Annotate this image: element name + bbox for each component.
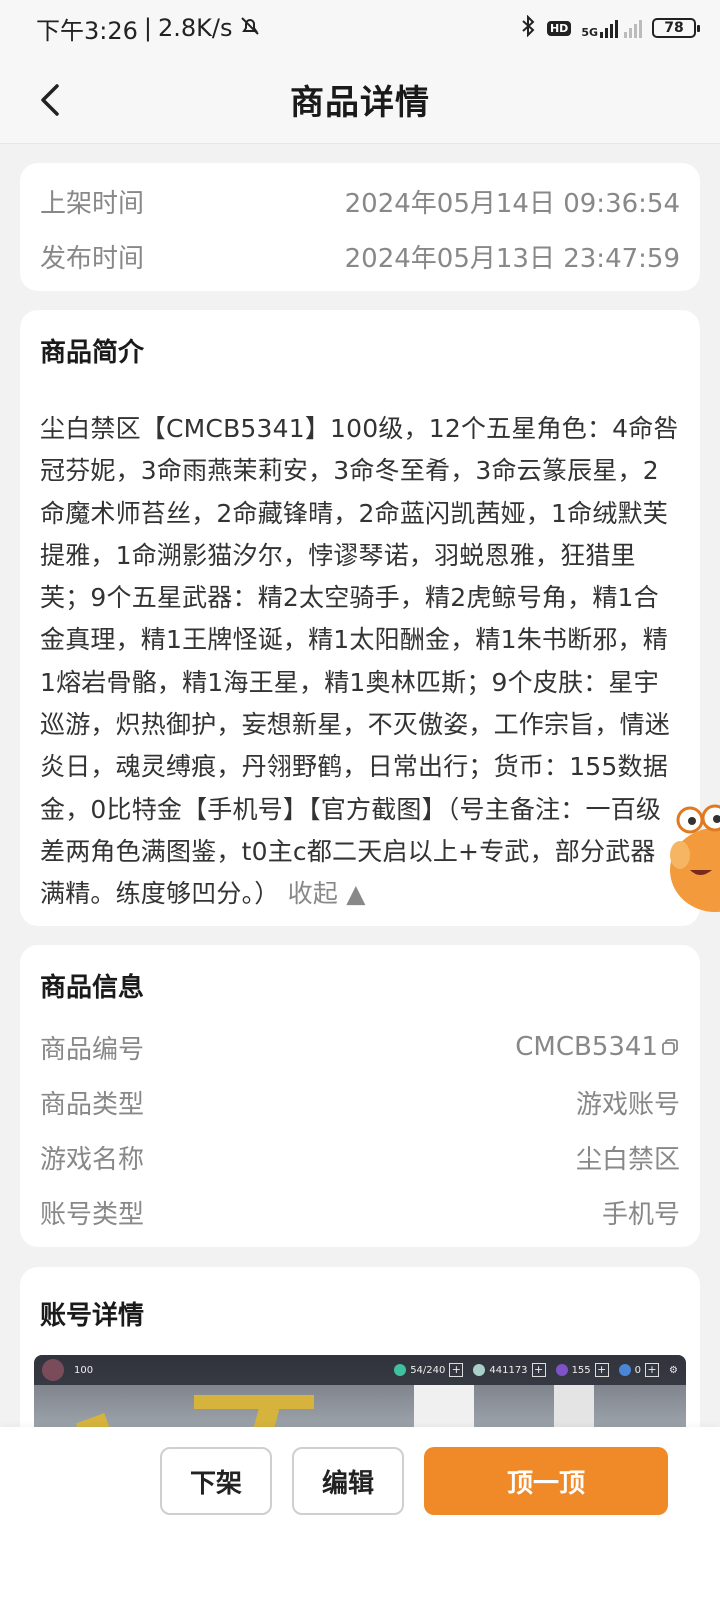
kv-value: 尘白禁区 — [575, 1144, 680, 1175]
page-title: 商品详情 — [290, 83, 430, 123]
collapse-link[interactable]: 收起 ▲ — [288, 879, 366, 908]
intro-text-block: 尘白禁区【CMCB5341】100级，12个五星角色：4命咎冠芬妮，3命雨燕茉莉… — [40, 408, 680, 916]
time-card: 上架时间 2024年05月14日 09:36:54 发布时间 2024年05月1… — [20, 163, 700, 291]
bluetooth-icon — [519, 14, 537, 42]
kv-key: 游戏名称 — [40, 1144, 145, 1175]
hud-settings-icon: ⚙ — [669, 1364, 678, 1376]
nav-bar: 商品详情 — [0, 56, 720, 144]
screenshot-hud: 100 54/240 + 441173 + 155 + 0 + ⚙ — [34, 1355, 686, 1385]
intro-card: 商品简介 尘白禁区【CMCB5341】100级，12个五星角色：4命咎冠芬妮，3… — [20, 310, 700, 926]
kv-value: 2024年05月14日 09:36:54 — [344, 188, 680, 219]
status-bar: 下午3:26 | 2.8K/s HD 5G 78 — [0, 0, 720, 56]
hud-stamina-value: 54/240 — [410, 1364, 446, 1376]
game-name-row: 游戏名称 尘白禁区 — [20, 1129, 700, 1185]
hd-icon: HD — [546, 20, 572, 36]
kv-key: 发布时间 — [40, 243, 145, 274]
network-type: 5G — [581, 26, 598, 39]
account-screenshot[interactable]: 100 54/240 + 441173 + 155 + 0 + ⚙ — [34, 1355, 686, 1427]
back-button[interactable] — [24, 74, 76, 126]
product-type-row: 商品类型 游戏账号 — [20, 1074, 700, 1130]
kv-key: 商品编号 — [40, 1034, 145, 1065]
product-id-row: 商品编号 CMCB5341 — [20, 1019, 700, 1075]
info-card: 商品信息 商品编号 CMCB5341 商品类型 游戏账号 游戏名称 尘白禁区 账… — [20, 945, 700, 1247]
hud-currency-a: 441173 + — [473, 1363, 546, 1377]
chevron-left-icon — [41, 84, 59, 116]
kv-value: 2024年05月13日 23:47:59 — [344, 243, 680, 274]
kv-key: 商品类型 — [40, 1089, 145, 1120]
crab-mascot-icon[interactable] — [660, 800, 720, 920]
battery-level: 78 — [664, 20, 684, 36]
list-on-shelf-time-row: 上架时间 2024年05月14日 09:36:54 — [20, 173, 700, 229]
hud-currency-b: 155 + — [555, 1363, 609, 1377]
status-net-speed: 2.8K/s — [158, 14, 233, 42]
bell-off-icon — [239, 15, 261, 42]
delist-button[interactable]: 下架 — [160, 1447, 272, 1515]
status-separator: | — [143, 14, 152, 42]
bump-button[interactable]: 顶一顶 — [424, 1447, 668, 1515]
bottom-action-bar: 下架 编辑 顶一顶 — [0, 1427, 720, 1600]
account-type-row: 账号类型 手机号 — [20, 1184, 700, 1240]
copy-icon[interactable] — [660, 1037, 680, 1057]
content-scroll[interactable]: 上架时间 2024年05月14日 09:36:54 发布时间 2024年05月1… — [0, 145, 720, 1427]
signal-icon: 5G — [581, 18, 642, 38]
hud-currency-a-value: 441173 — [489, 1364, 528, 1376]
kv-key: 上架时间 — [40, 188, 145, 219]
hud-level: 100 — [74, 1364, 94, 1376]
battery-icon: 78 — [652, 18, 700, 38]
hud-currency-c-value: 0 — [634, 1364, 642, 1376]
hud-stamina: 54/240 + — [394, 1363, 464, 1377]
kv-key: 账号类型 — [40, 1199, 145, 1230]
kv-value: 手机号 — [601, 1199, 680, 1230]
publish-time-row: 发布时间 2024年05月13日 23:47:59 — [20, 228, 700, 284]
hud-currency-c: 0 + — [618, 1363, 660, 1377]
kv-value: 游戏账号 — [575, 1089, 680, 1120]
hud-currency-b-value: 155 — [571, 1364, 591, 1376]
avatar — [42, 1359, 64, 1381]
account-title: 账号详情 — [40, 1301, 145, 1331]
status-time: 下午3:26 — [36, 16, 138, 45]
info-title: 商品信息 — [40, 973, 145, 1003]
intro-text: 尘白禁区【CMCB5341】100级，12个五星角色：4命咎冠芬妮，3命雨燕茉莉… — [40, 414, 679, 909]
account-card: 账号详情 100 54/240 + 441173 + 155 + 0 + ⚙ — [20, 1267, 700, 1427]
intro-title: 商品简介 — [40, 338, 145, 368]
product-id-value-wrap[interactable]: CMCB5341 — [515, 1032, 680, 1062]
product-id-value: CMCB5341 — [515, 1032, 658, 1062]
edit-button[interactable]: 编辑 — [292, 1447, 404, 1515]
